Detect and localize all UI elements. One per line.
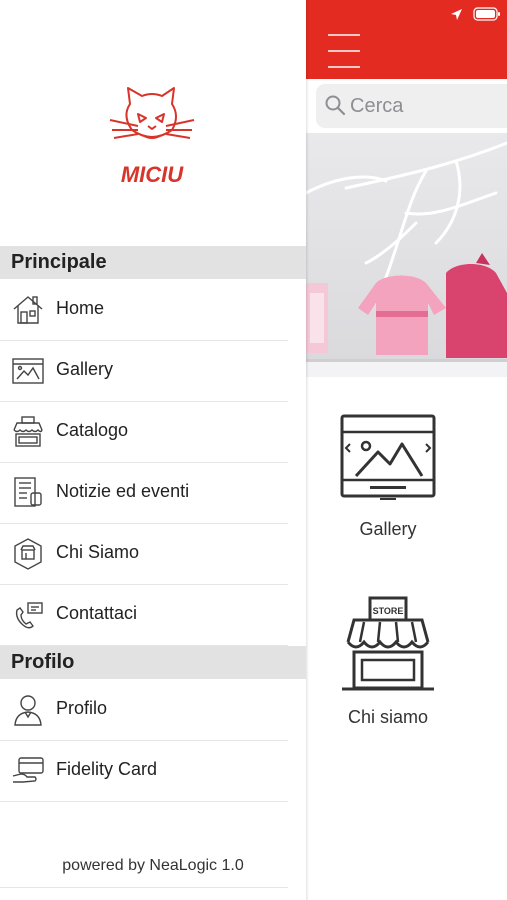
menu-item-label: Notizie ed eventi [56, 481, 190, 501]
top-app-bar [306, 0, 507, 79]
gallery-tile[interactable]: Gallery [340, 414, 436, 540]
menu-item-label: Profilo [56, 698, 108, 718]
menu-item-label: Chi Siamo [56, 542, 140, 562]
menu-item-label: Fidelity Card [56, 759, 158, 779]
section-header-profilo: Profilo [0, 646, 306, 679]
menu-item-home[interactable]: Home [0, 279, 288, 341]
search-icon [325, 95, 346, 116]
menu-icon[interactable] [328, 34, 360, 68]
menu-item-catalogo[interactable]: Catalogo [0, 401, 288, 463]
news-icon [14, 477, 42, 507]
store-icon: STORE [342, 596, 434, 691]
powered-by-text: powered by NeaLogic 1.0 [62, 857, 244, 874]
section-title: Principale [11, 251, 107, 273]
location-icon [451, 8, 462, 20]
menu-item-label: Home [56, 298, 105, 318]
chi-siamo-tile[interactable]: STORE Chi siamo [340, 596, 436, 728]
about-icon [14, 538, 42, 570]
menu-item-label: Gallery [56, 359, 114, 379]
gallery-tile-label: Gallery [359, 519, 417, 539]
gallery-icon [12, 358, 44, 384]
menu-item-label: Catalogo [56, 420, 129, 440]
contact-icon [15, 602, 43, 629]
search-input[interactable] [350, 90, 507, 122]
battery-icon [473, 7, 500, 21]
status-bar [450, 6, 501, 22]
hero-banner-image [306, 133, 507, 377]
logo-wordmark: MICIU [121, 162, 184, 186]
miciu-logo: MICIU [109, 87, 195, 186]
menu-item-profilo[interactable]: Profilo [0, 679, 288, 741]
store-icon [13, 416, 43, 447]
main-screen: Gallery STORE Chi siamo [306, 0, 507, 900]
menu-item-notizie[interactable]: Notizie ed eventi [0, 462, 288, 524]
menu-item-label: Contattaci [56, 603, 138, 623]
menu-item-fidelity-card[interactable]: Fidelity Card [0, 740, 288, 802]
menu-item-chi-siamo[interactable]: Chi Siamo [0, 523, 288, 585]
chi-siamo-tile-label: Chi siamo [347, 707, 429, 727]
navigation-drawer: MICIU Principale Home Gallery Catalogo N… [0, 0, 306, 900]
section-header-principale: Principale [0, 246, 306, 279]
card-icon [12, 757, 44, 783]
search-bar[interactable] [316, 84, 507, 128]
menu-item-gallery[interactable]: Gallery [0, 340, 288, 402]
divider [0, 887, 288, 888]
section-title: Profilo [11, 651, 75, 673]
home-icon [13, 296, 43, 324]
store-sign-text: STORE [373, 606, 404, 616]
gallery-icon [340, 414, 436, 500]
clothes-photo [306, 133, 507, 377]
menu-item-contattaci[interactable]: Contattaci [0, 584, 288, 646]
drawer-shadow [306, 0, 309, 900]
user-icon [14, 695, 42, 726]
